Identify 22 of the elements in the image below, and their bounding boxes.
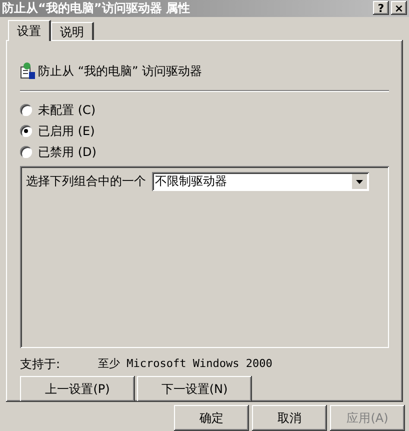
close-button[interactable]: ×	[391, 1, 407, 16]
support-label: 支持于:	[20, 356, 62, 373]
radio-label: 已启用 (E)	[38, 122, 95, 140]
radio-button[interactable]	[20, 104, 32, 116]
policy-name: 防止从 “我的电脑” 访问驱动器	[38, 62, 202, 80]
radio-button[interactable]	[20, 124, 32, 137]
setting-label: 选择下列组合中的一个	[26, 173, 146, 190]
previous-setting-button[interactable]: 上一设置(P)	[20, 376, 135, 402]
window-title: 防止从“我的电脑”访问驱动器 属性	[2, 2, 190, 14]
tab[interactable]: 说明	[51, 22, 94, 40]
drive-dropdown[interactable]: 不限制驱动器	[152, 172, 369, 191]
support-value: 至少 Microsoft Windows 2000	[98, 356, 272, 372]
dialog-button[interactable]: 确定	[174, 405, 249, 431]
help-button[interactable]: ?	[373, 1, 389, 16]
radio-label: 已禁用 (D)	[38, 144, 96, 161]
radio-label: 未配置 (C)	[38, 102, 96, 119]
radio-button[interactable]	[20, 146, 32, 158]
policy-icon	[20, 62, 36, 80]
dialog-button[interactable]: 取消	[252, 405, 327, 431]
tab[interactable]: 设置	[8, 20, 51, 41]
next-setting-button[interactable]: 下一设置(N)	[137, 376, 252, 402]
dropdown-arrow-icon	[352, 174, 367, 189]
